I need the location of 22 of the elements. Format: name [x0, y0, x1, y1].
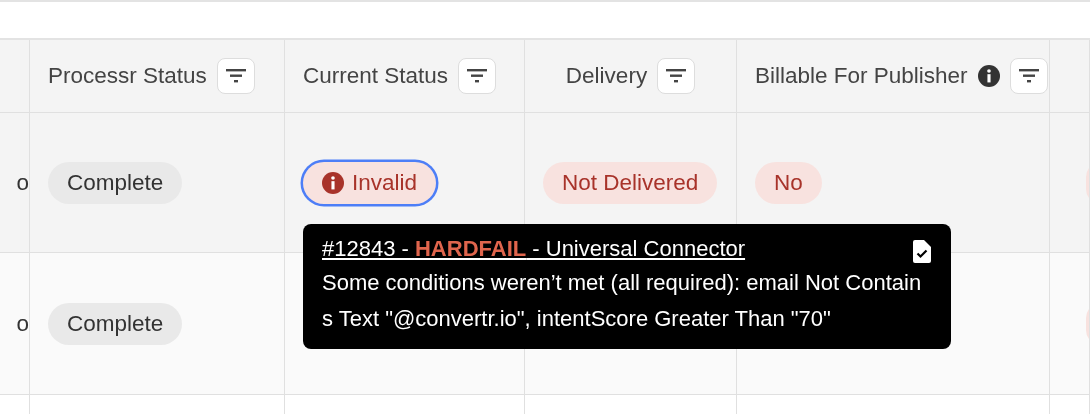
status-pill: Complete	[48, 161, 183, 204]
filter-button[interactable]	[216, 58, 255, 94]
status-pill: Complete	[48, 302, 183, 345]
column-title: Current Status	[303, 63, 449, 89]
status-pill: Not Delivered	[543, 161, 718, 204]
status-pill[interactable]: Invalid	[303, 161, 437, 204]
document-check-icon	[913, 240, 931, 263]
filter-button[interactable]	[657, 58, 696, 94]
filter-button[interactable]	[458, 58, 497, 94]
tooltip-title-link[interactable]: #12843 - HARDFAIL - Universal Connector	[322, 236, 746, 262]
filter-icon	[666, 69, 687, 83]
table-cell-text: o	[16, 310, 29, 337]
filter-icon	[467, 69, 488, 83]
filter-icon	[1018, 69, 1039, 83]
status-pill: No	[755, 161, 822, 204]
column-title: Processr Status	[48, 63, 207, 89]
tooltip-message: Some conditions weren’t met (all required): email Not Contains Text "@convertr.io", intentScore Greater Than "70"	[322, 269, 923, 333]
column-title: Billable For Publisher	[755, 63, 968, 89]
filter-button[interactable]	[1009, 58, 1048, 94]
table-cell-text: o	[16, 169, 29, 196]
filter-icon	[225, 69, 246, 83]
column-title: Delivery	[565, 63, 648, 89]
